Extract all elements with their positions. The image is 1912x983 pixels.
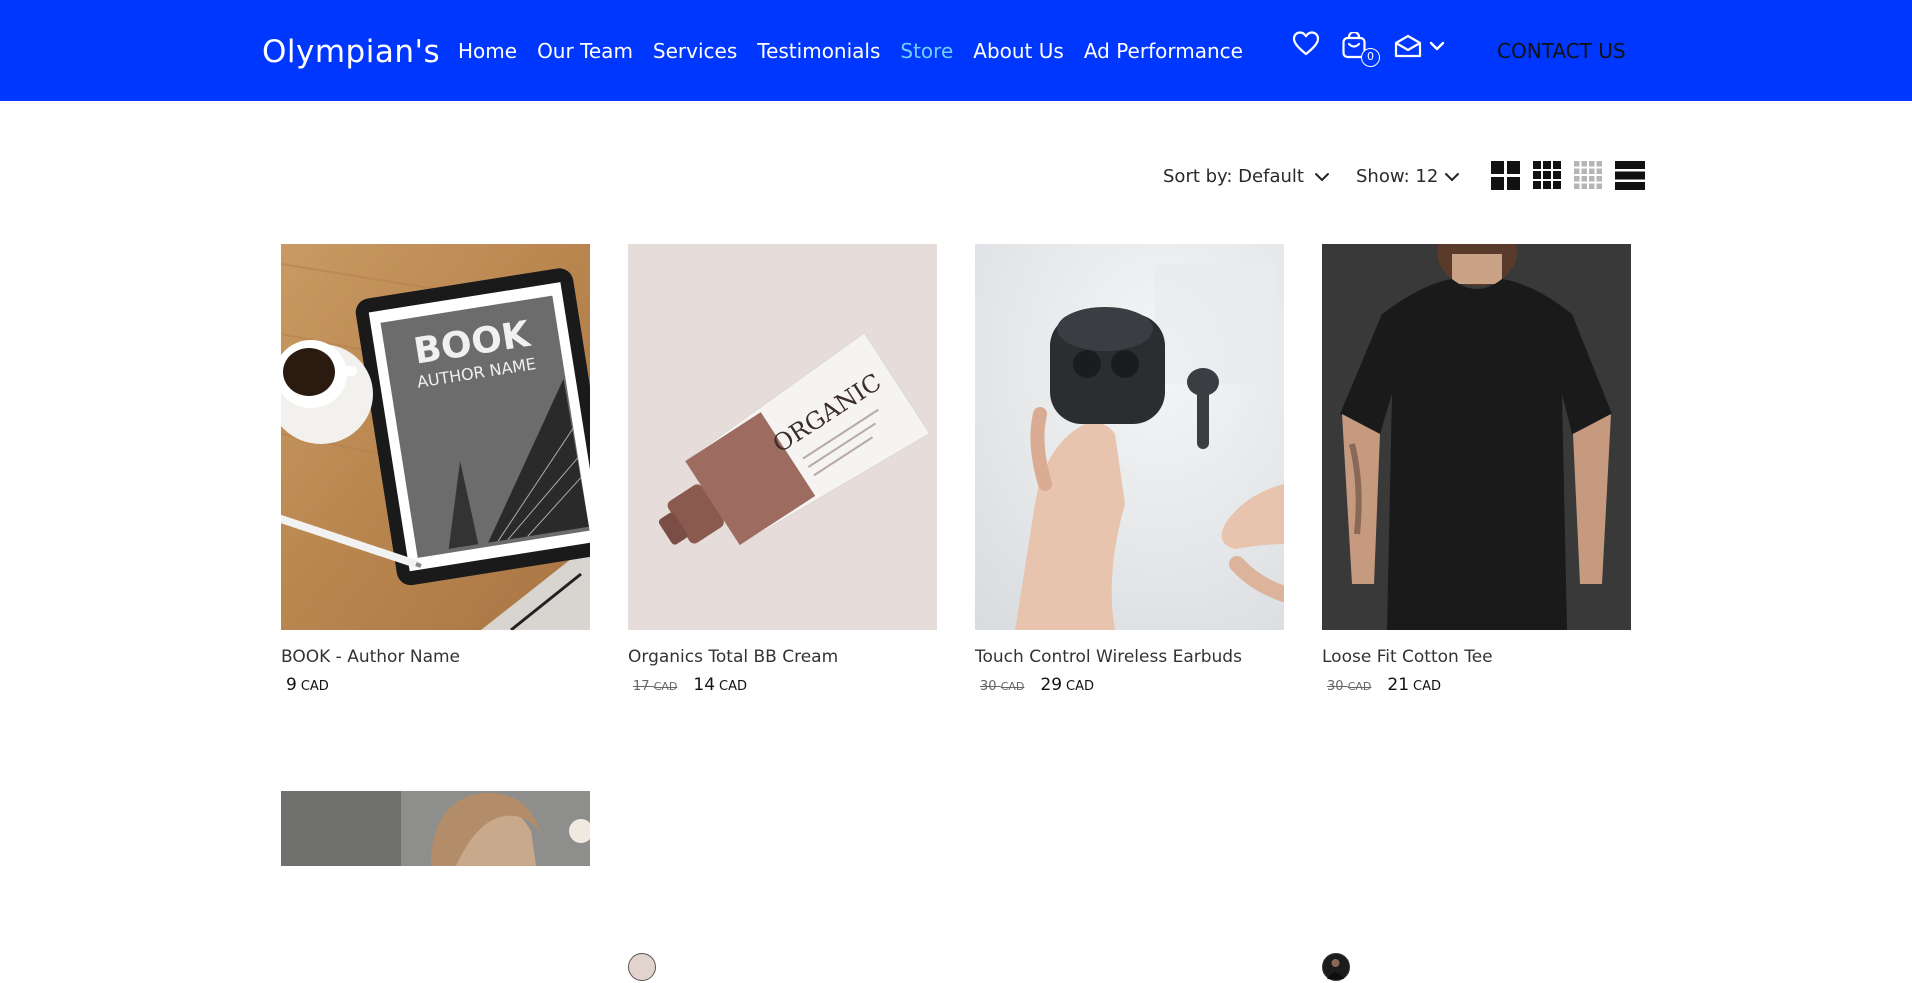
grid-4-icon[interactable] <box>1574 161 1602 193</box>
chevron-down-icon[interactable] <box>1428 38 1446 57</box>
list-icon[interactable] <box>1615 161 1645 194</box>
product-name[interactable]: Touch Control Wireless Earbuds <box>975 645 1242 669</box>
original-price-currency: CAD <box>1347 680 1372 693</box>
show-count-dropdown[interactable]: Show: 12 <box>1356 164 1460 190</box>
original-price: 30 CAD <box>980 679 1024 694</box>
grid-2-icon[interactable] <box>1491 161 1520 194</box>
nav-item-ad-performance[interactable]: Ad Performance <box>1084 36 1243 66</box>
product-image-tee[interactable] <box>1322 244 1631 630</box>
original-price-currency: CAD <box>1000 680 1025 693</box>
original-price: 17 CAD <box>633 679 677 694</box>
current-price-currency: CAD <box>1413 679 1441 694</box>
product-image-bb-cream[interactable]: ORGANIC <box>628 244 937 630</box>
nav-item-our-team[interactable]: Our Team <box>537 36 633 66</box>
color-swatch[interactable] <box>1322 953 1350 981</box>
current-price: 9 <box>286 675 297 695</box>
original-price-value: 30 <box>1327 679 1344 694</box>
product-image-partial <box>281 791 590 866</box>
sort-chevron-icon <box>1314 173 1329 182</box>
current-price: 29 <box>1040 675 1063 695</box>
nav-item-store[interactable]: Store <box>900 36 953 66</box>
nav-item-testimonials[interactable]: Testimonials <box>757 36 880 66</box>
product-price: 30 CAD 29 CAD <box>980 675 1094 695</box>
nav-item-home[interactable]: Home <box>458 36 517 66</box>
color-swatch[interactable] <box>628 953 656 981</box>
contact-us-button[interactable]: CONTACT US <box>1497 36 1626 66</box>
show-chevron-icon <box>1445 173 1460 182</box>
mail-icon[interactable] <box>1393 34 1423 64</box>
product-price: 17 CAD 14 CAD <box>633 675 747 695</box>
product-name[interactable]: Organics Total BB Cream <box>628 645 838 669</box>
product-name[interactable]: Loose Fit Cotton Tee <box>1322 645 1493 669</box>
brand-logo[interactable]: Olympian's <box>262 30 440 74</box>
original-price: 30 CAD <box>1327 679 1371 694</box>
top-navigation-bar: Olympian's Home Our Team Services Testim… <box>0 0 1912 101</box>
current-price-currency: CAD <box>300 679 329 694</box>
nav-item-about-us[interactable]: About Us <box>973 36 1064 66</box>
current-price: 21 <box>1387 675 1410 695</box>
sort-label: Sort by: Default <box>1163 166 1304 187</box>
current-price-currency: CAD <box>1066 679 1094 694</box>
show-count-label: Show: 12 <box>1356 166 1439 187</box>
original-price-value: 30 <box>980 679 997 694</box>
product-card-partial[interactable] <box>281 791 590 866</box>
product-image-earbuds[interactable] <box>975 244 1284 630</box>
grid-3-icon[interactable] <box>1533 161 1561 193</box>
current-price: 14 <box>693 675 716 695</box>
original-price-currency: CAD <box>653 680 678 693</box>
nav-item-services[interactable]: Services <box>653 36 737 66</box>
sort-dropdown[interactable]: Sort by: Default <box>1163 164 1330 190</box>
original-price-value: 17 <box>633 679 650 694</box>
swatch-thumbnail-icon <box>1327 959 1344 979</box>
current-price-currency: CAD <box>719 679 747 694</box>
product-name[interactable]: BOOK - Author Name <box>281 645 460 669</box>
product-price: 9 CAD <box>286 675 329 695</box>
main-nav: Home Our Team Services Testimonials Stor… <box>458 36 1243 66</box>
product-image-book[interactable]: BOOK AUTHOR NAME <box>281 244 590 630</box>
cart-count-badge: 0 <box>1361 48 1380 67</box>
product-price: 30 CAD 21 CAD <box>1327 675 1441 695</box>
heart-icon[interactable] <box>1292 30 1320 60</box>
